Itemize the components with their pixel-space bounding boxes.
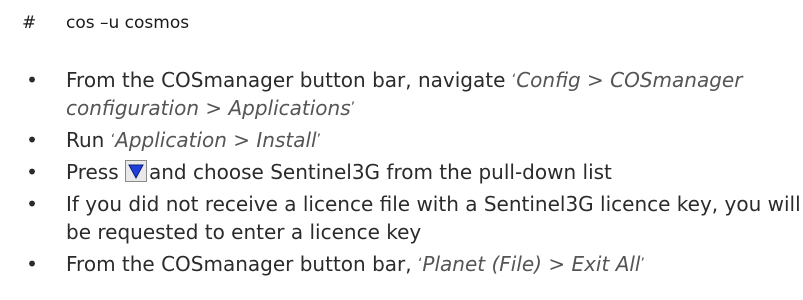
step-text: Run [66, 128, 111, 152]
quote-close: ’ [316, 132, 322, 148]
step-text: From the COSmanager button bar, navigate [66, 68, 512, 92]
step-text: If you did not receive a licence file wi… [66, 192, 801, 244]
dropdown-arrow-icon [125, 160, 147, 182]
bullet-icon: • [26, 252, 38, 276]
bullet-icon: • [26, 128, 38, 152]
cropped-heading-fragment [150, 0, 410, 8]
step-text: and choose Sentinel3G from the pull-down… [149, 160, 612, 184]
list-item: • Press and choose Sentinel3G from the p… [0, 158, 803, 186]
menu-path: Application > Install [115, 128, 317, 152]
list-item: • From the COSmanager button bar, naviga… [0, 66, 803, 122]
bullet-icon: • [26, 160, 38, 184]
bullet-icon: • [26, 68, 38, 92]
command-line: # cos –u cosmos [0, 8, 803, 38]
list-item: • From the COSmanager button bar, ‘Plane… [0, 250, 803, 278]
menu-path: Planet (File) > Exit All [422, 252, 641, 276]
list-item: • If you did not receive a licence file … [0, 190, 803, 246]
list-item: • Run ‘Application > Install’ [0, 126, 803, 154]
step-text: From the COSmanager button bar, [66, 252, 418, 276]
command-text: cos –u cosmos [66, 13, 190, 33]
quote-close: ’ [350, 100, 356, 116]
step-text: Press [66, 160, 125, 184]
command-prompt: # [22, 13, 37, 33]
quote-close: ’ [640, 256, 645, 272]
bullet-icon: • [26, 192, 38, 216]
instruction-list: • From the COSmanager button bar, naviga… [0, 66, 803, 282]
